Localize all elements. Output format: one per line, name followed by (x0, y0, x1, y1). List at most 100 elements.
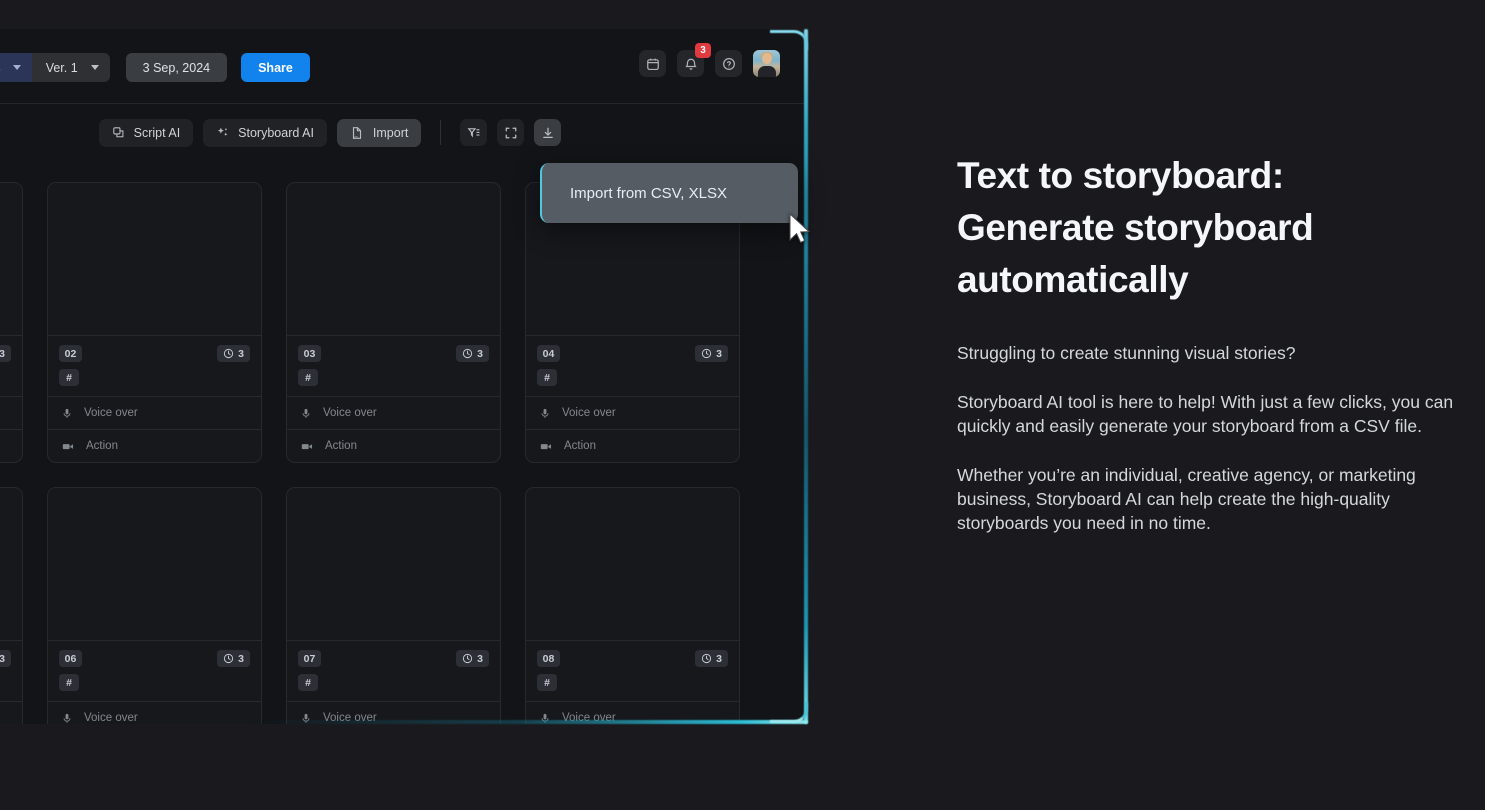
card-thumbnail[interactable] (526, 488, 739, 640)
card-thumbnail[interactable] (0, 183, 22, 335)
script-ai-button[interactable]: Script AI (99, 119, 194, 147)
card-action-row[interactable]: Action (48, 429, 261, 462)
card-action-row[interactable]: Action (0, 429, 22, 462)
card-thumbnail[interactable] (0, 488, 22, 640)
window-edge-glow-right (804, 29, 808, 724)
version-dropdown[interactable]: Ver. 1 (32, 53, 110, 82)
card-duration-value: 3 (0, 348, 5, 360)
video-camera-icon (61, 440, 75, 453)
card-duration-value: 3 (716, 348, 722, 360)
help-button[interactable] (715, 50, 742, 77)
help-circle-icon (722, 57, 736, 71)
card-meta-row: 053 (0, 650, 11, 667)
card-voice-over-row[interactable]: Voice over (48, 701, 261, 724)
promo-heading-line-3: automatically (957, 259, 1188, 300)
fullscreen-button[interactable] (497, 119, 524, 146)
window-edge-glow-bottom (250, 720, 808, 724)
notification-badge: 3 (695, 43, 711, 58)
download-button[interactable] (534, 119, 561, 146)
card-tag-badge[interactable]: # (59, 674, 79, 691)
card-duration-value: 3 (0, 653, 5, 665)
notifications-button[interactable]: 3 (677, 50, 704, 77)
card-voice-over-row[interactable]: Voice over (0, 396, 22, 429)
card-duration-badge: 3 (456, 345, 489, 362)
chevron-down-icon (91, 65, 99, 70)
card-tag-badge[interactable]: # (298, 369, 318, 386)
card-duration-badge: 3 (0, 345, 11, 362)
card-action-row[interactable]: Action (287, 429, 500, 462)
status-dropdown-label: rogress (0, 61, 1, 75)
card-duration-badge: 3 (695, 650, 728, 667)
card-duration-badge: 3 (0, 650, 11, 667)
promo-heading-line-1: Text to storyboard: (957, 155, 1284, 198)
video-camera-icon (539, 440, 553, 453)
storyboard-card[interactable]: 073#Voice overAction (286, 487, 501, 724)
card-voice-over-label: Voice over (84, 712, 138, 724)
header-right-controls: 3 (639, 50, 780, 77)
bell-icon (684, 57, 698, 71)
card-duration-badge: 3 (456, 650, 489, 667)
calendar-button[interactable] (639, 50, 666, 77)
storyboard-ai-button[interactable]: Storyboard AI (203, 119, 327, 147)
import-button[interactable]: csv Import (337, 119, 421, 147)
date-button[interactable]: 3 Sep, 2024 (126, 53, 227, 82)
version-dropdown-label: Ver. 1 (46, 61, 78, 75)
card-voice-over-row[interactable]: Voice over (48, 396, 261, 429)
filter-button[interactable] (460, 119, 487, 146)
card-thumbnail[interactable] (48, 488, 261, 640)
card-meta: 013# (0, 335, 22, 396)
import-button-label: Import (373, 126, 408, 140)
clock-icon (701, 653, 712, 664)
card-meta: 083# (526, 640, 739, 701)
app-header: rogress Ver. 1 3 Sep, 2024 Share (0, 29, 805, 104)
script-ai-label: Script AI (134, 126, 181, 140)
storyboard-card[interactable]: 023#Voice overAction (47, 182, 262, 463)
promo-paragraph-3: Whether you’re an individual, creative a… (957, 463, 1469, 535)
card-tag-badge[interactable]: # (537, 369, 557, 386)
card-tag-badge[interactable]: # (298, 674, 318, 691)
card-duration-value: 3 (477, 653, 483, 665)
card-thumbnail[interactable] (287, 183, 500, 335)
storyboard-card[interactable]: 043 # Voice over Action (525, 182, 740, 463)
card-meta-row: 073 (298, 650, 489, 667)
storyboard-card[interactable]: 063#Voice overAction (47, 487, 262, 724)
promo-paragraph-2: Storyboard AI tool is here to help! With… (957, 390, 1469, 438)
card-meta: 053# (0, 640, 22, 701)
status-dropdown[interactable]: rogress (0, 53, 32, 82)
card-number-badge: 03 (298, 345, 321, 362)
avatar-head (762, 53, 772, 64)
storyboard-card[interactable]: 053#Voice overAction (0, 487, 23, 724)
video-camera-icon (300, 440, 314, 453)
import-menu-item-csv-xlsx[interactable]: Import from CSV, XLSX (540, 163, 798, 223)
avatar-body (758, 66, 776, 77)
card-thumbnail[interactable] (48, 183, 261, 335)
card-meta-row: 03 3 (298, 345, 489, 362)
card-duration-value: 3 (238, 653, 244, 665)
fullscreen-icon (504, 126, 518, 140)
card-action-label: Action (86, 440, 118, 452)
card-voice-over-row[interactable]: Voice over (526, 396, 739, 429)
card-duration-value: 3 (716, 653, 722, 665)
share-button[interactable]: Share (241, 53, 310, 82)
card-thumbnail[interactable] (287, 488, 500, 640)
storyboard-card[interactable]: 03 3 # Voice overAction (286, 182, 501, 463)
card-number-badge: 06 (59, 650, 82, 667)
promo-heading: Text to storyboard: Generate storyboard … (957, 150, 1469, 306)
avatar[interactable] (753, 50, 780, 77)
csv-file-icon: csv (350, 126, 364, 140)
card-meta-row: 043 (537, 345, 728, 362)
storyboard-grid: 013#Voice overAction023#Voice overAction… (0, 161, 805, 724)
card-voice-over-row[interactable]: Voice over (0, 701, 22, 724)
clock-icon (223, 653, 234, 664)
card-action-row[interactable]: Action (526, 429, 739, 462)
storyboard-card[interactable]: 013#Voice overAction (0, 182, 23, 463)
card-voice-over-label: Voice over (562, 407, 616, 419)
card-tag-badge[interactable]: # (537, 674, 557, 691)
storyboard-card[interactable]: 083#Voice overAction (525, 487, 740, 724)
card-duration-badge: 3 (217, 345, 250, 362)
card-tag-badge[interactable]: # (59, 369, 79, 386)
calendar-icon (646, 57, 660, 71)
card-voice-over-row[interactable]: Voice over (287, 396, 500, 429)
download-icon (541, 126, 555, 140)
microphone-icon (539, 407, 551, 420)
